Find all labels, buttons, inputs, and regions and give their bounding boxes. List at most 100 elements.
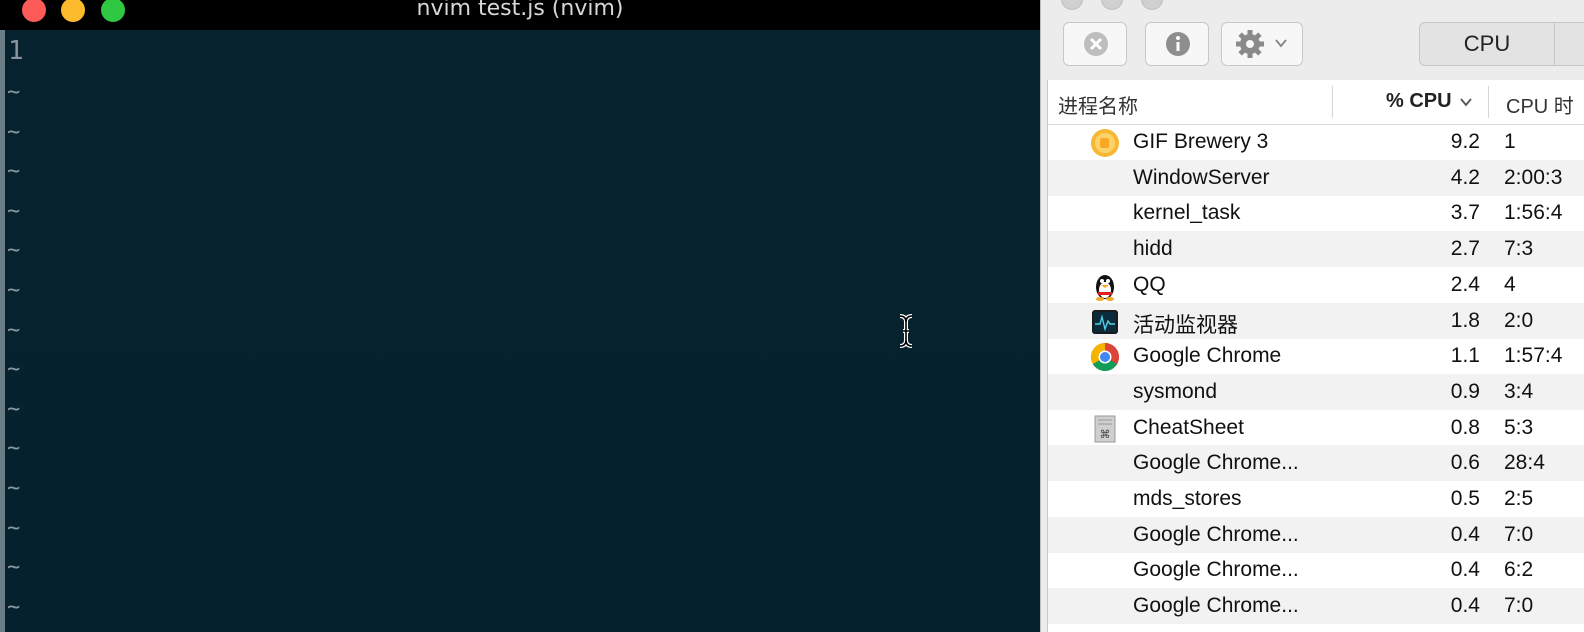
process-name: Google Chrome... xyxy=(1133,522,1299,546)
table-row[interactable]: mds_stores 0.5 2:5 xyxy=(1048,481,1584,517)
table-row[interactable]: 活动监视器 1.8 2:0 xyxy=(1048,302,1584,339)
process-cpu-percent: 0.9 xyxy=(1450,379,1480,403)
editor-buffer[interactable] xyxy=(0,30,1040,632)
cheatsheet-icon: ⌘ xyxy=(1094,415,1116,443)
empty-line-tilde: ~ xyxy=(7,317,21,343)
process-cpu-percent: 2.4 xyxy=(1450,272,1480,296)
process-cpu-percent: 0.4 xyxy=(1450,522,1480,546)
process-cpu-percent: 0.4 xyxy=(1450,594,1480,618)
sort-descending-icon xyxy=(1460,98,1472,107)
process-cpu-percent: 0.5 xyxy=(1450,487,1480,510)
process-name: 活动监视器 xyxy=(1133,313,1238,337)
column-divider[interactable] xyxy=(1488,86,1489,118)
table-row[interactable]: QQ 2.4 4 xyxy=(1048,267,1584,303)
process-name: Google Chrome... xyxy=(1133,558,1299,582)
process-cpu-time: 1:57:4 xyxy=(1504,344,1563,368)
empty-line-tilde: ~ xyxy=(7,476,21,501)
process-cpu-percent: 9.2 xyxy=(1450,130,1480,153)
table-row[interactable]: hidd 2.7 7:3 xyxy=(1048,231,1584,268)
chrome-icon xyxy=(1091,343,1119,372)
process-cpu-time: 2:00:3 xyxy=(1504,165,1563,189)
process-cpu-time: 7:0 xyxy=(1504,522,1534,546)
empty-line-tilde: ~ xyxy=(7,357,21,383)
empty-line-tilde: ~ xyxy=(7,555,21,581)
ibeam-cursor-icon xyxy=(899,314,913,348)
table-row[interactable]: ⌘ CheatSheet 0.8 5:3 xyxy=(1048,410,1584,446)
nvim-terminal-window: nvim test.js (nvim) 1 ~ ~ ~ ~ ~ ~ ~ ~ ~ ~ ~ ~ ~ ~ xyxy=(0,0,1040,632)
process-cpu-time: 6:2 xyxy=(1504,558,1534,582)
process-name: mds_stores xyxy=(1133,487,1242,510)
column-header-process-name[interactable]: 进程名称 xyxy=(1058,90,1138,119)
qq-penguin-icon xyxy=(1096,274,1114,301)
process-cpu-time: 1 xyxy=(1504,130,1516,153)
process-cpu-percent: 2.7 xyxy=(1450,237,1480,261)
activity-monitor-window: CPU 进程名称 % CPU CPU 时 GIF Brewery 3 9.2 1 Wi… xyxy=(1040,0,1584,632)
am-minimize-button[interactable] xyxy=(1101,0,1123,10)
empty-line-tilde: ~ xyxy=(7,278,21,303)
gear-icon xyxy=(1236,30,1287,58)
table-row[interactable]: sysmond 0.9 3:4 xyxy=(1048,373,1584,410)
column-header-cpu-time[interactable]: CPU 时 xyxy=(1506,90,1574,119)
process-name: WindowServer xyxy=(1133,165,1270,189)
process-cpu-time: 2:5 xyxy=(1504,487,1534,510)
process-name: Google Chrome xyxy=(1133,344,1282,368)
empty-line-tilde: ~ xyxy=(7,396,21,422)
process-cpu-percent: 3.7 xyxy=(1450,201,1480,225)
process-cpu-percent: 0.4 xyxy=(1450,558,1480,582)
table-row[interactable]: Google Chrome... 0.4 6:2 xyxy=(1048,552,1584,588)
table-row[interactable]: kernel_task 3.7 1:56:4 xyxy=(1048,195,1584,231)
stop-process-icon xyxy=(1084,32,1108,56)
process-name: CheatSheet xyxy=(1133,415,1244,439)
empty-line-tilde: ~ xyxy=(7,198,21,224)
empty-line-tilde: ~ xyxy=(7,436,21,462)
table-row[interactable]: Google Chrome... 0.4 7:0 xyxy=(1048,516,1584,553)
process-cpu-time: 3:4 xyxy=(1504,379,1534,403)
window-edge xyxy=(0,30,5,632)
view-tab-segment: CPU xyxy=(1419,22,1584,66)
action-menu-button[interactable] xyxy=(1221,22,1303,66)
table-row[interactable]: Google Chrome... 0.6 28:4 xyxy=(1048,445,1584,482)
inspect-process-button[interactable] xyxy=(1145,22,1209,66)
process-cpu-time: 4 xyxy=(1504,272,1516,296)
column-header-cpu-percent[interactable]: % CPU xyxy=(1386,90,1473,113)
stop-process-button[interactable] xyxy=(1063,22,1127,66)
info-icon xyxy=(1166,32,1190,56)
process-cpu-time: 7:3 xyxy=(1504,237,1534,261)
process-cpu-time: 7:0 xyxy=(1504,594,1534,618)
process-cpu-percent: 0.6 xyxy=(1450,451,1480,475)
cpu-column-label: % CPU xyxy=(1386,90,1452,112)
process-cpu-time: 2:0 xyxy=(1504,308,1534,332)
activity-monitor-icon xyxy=(1092,309,1118,334)
process-name: GIF Brewery 3 xyxy=(1133,130,1269,153)
gif-brewery-icon xyxy=(1091,129,1119,157)
process-name: Google Chrome... xyxy=(1133,451,1299,475)
process-name: hidd xyxy=(1133,237,1173,261)
tab-cpu[interactable]: CPU xyxy=(1420,23,1555,65)
table-row[interactable]: Google Chrome... 0.4 7:0 xyxy=(1048,588,1584,625)
terminal-title: nvim test.js (nvim) xyxy=(416,0,624,21)
process-cpu-time: 5:3 xyxy=(1504,415,1534,439)
empty-line-tilde: ~ xyxy=(7,80,21,105)
process-name: Google Chrome... xyxy=(1133,594,1299,618)
empty-line-tilde: ~ xyxy=(7,238,21,264)
process-cpu-time: 1:56:4 xyxy=(1504,201,1563,225)
empty-line-tilde: ~ xyxy=(7,515,21,541)
process-cpu-percent: 1.1 xyxy=(1450,344,1480,368)
column-divider[interactable] xyxy=(1332,86,1333,118)
empty-line-tilde: ~ xyxy=(7,119,21,145)
process-cpu-percent: 4.2 xyxy=(1450,165,1480,189)
am-zoom-button[interactable] xyxy=(1141,0,1163,10)
process-cpu-percent: 1.8 xyxy=(1450,308,1480,332)
am-close-button[interactable] xyxy=(1061,0,1083,10)
table-row[interactable]: WindowServer 4.2 2:00:3 xyxy=(1048,159,1584,196)
process-table: 进程名称 % CPU CPU 时 GIF Brewery 3 9.2 1 Window… xyxy=(1047,80,1584,632)
table-row[interactable]: GIF Brewery 3 9.2 1 xyxy=(1048,124,1584,160)
svg-text:⌘: ⌘ xyxy=(1100,428,1111,441)
empty-line-tilde: ~ xyxy=(7,159,21,185)
line-number: 1 xyxy=(8,36,24,66)
table-header: 进程名称 % CPU CPU 时 xyxy=(1048,80,1584,125)
process-cpu-time: 28:4 xyxy=(1504,451,1545,475)
terminal-titlebar: nvim test.js (nvim) xyxy=(0,0,1040,30)
process-name: QQ xyxy=(1133,272,1166,296)
table-row[interactable]: Google Chrome 1.1 1:57:4 xyxy=(1048,338,1584,374)
